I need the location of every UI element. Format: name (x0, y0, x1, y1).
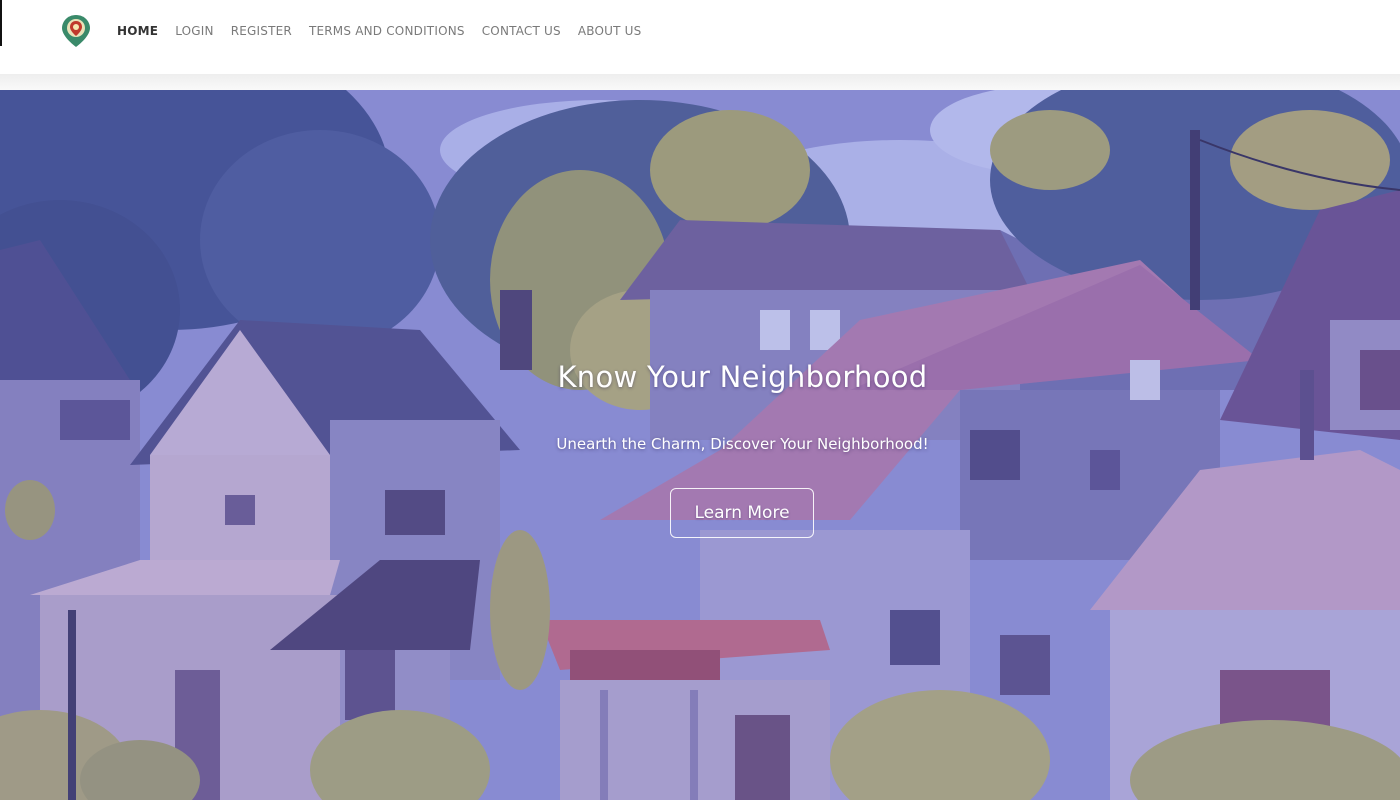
nav-link-about[interactable]: ABOUT US (578, 24, 642, 38)
nav-link-login[interactable]: LOGIN (175, 24, 214, 38)
learn-more-button[interactable]: Learn More (670, 488, 814, 538)
navbar-divider (0, 74, 1400, 90)
nav-links: HOME LOGIN REGISTER TERMS AND CONDITIONS… (117, 24, 658, 38)
hero-subtitle: Unearth the Charm, Discover Your Neighbo… (556, 435, 929, 453)
nav-link-register[interactable]: REGISTER (231, 24, 292, 38)
nav-link-terms[interactable]: TERMS AND CONDITIONS (309, 24, 465, 38)
hero-content: Know Your Neighborhood Unearth the Charm… (0, 90, 1400, 800)
nav-link-contact[interactable]: CONTACT US (482, 24, 561, 38)
nav-link-home[interactable]: HOME (117, 24, 158, 38)
map-pin-logo-icon[interactable] (60, 14, 92, 48)
top-navbar: HOME LOGIN REGISTER TERMS AND CONDITIONS… (0, 0, 1400, 74)
window-edge (0, 0, 2, 46)
hero-section: Know Your Neighborhood Unearth the Charm… (0, 90, 1400, 800)
hero-title: Know Your Neighborhood (557, 360, 928, 394)
